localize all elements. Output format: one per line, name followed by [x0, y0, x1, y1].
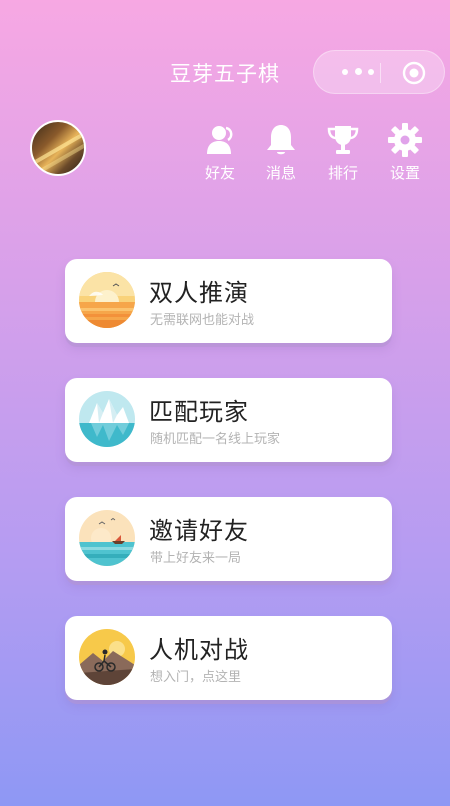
mode-subtitle: 无需联网也能对战 [150, 313, 255, 328]
friends-icon [207, 126, 233, 154]
nav-settings-label: 设置 [389, 164, 420, 182]
mode-title: 人机对战 [149, 636, 249, 664]
trophy-icon [327, 126, 359, 154]
close-target-icon[interactable] [402, 61, 426, 85]
mode-card-invite[interactable]: 邀请好友 带上好友来一局 [65, 497, 392, 581]
nav-friends-label: 好友 [204, 164, 235, 182]
nav-messages-label: 消息 [265, 164, 296, 182]
mode-card-local-pvp[interactable]: 双人推演 无需联网也能对战 [65, 259, 392, 343]
seaside-icon [79, 510, 135, 566]
mode-card-match[interactable]: 匹配玩家 随机匹配一名线上玩家 [65, 378, 392, 462]
more-dots-icon[interactable] [336, 64, 380, 80]
capsule-divider [380, 63, 381, 83]
mode-subtitle: 随机匹配一名线上玩家 [150, 432, 281, 447]
cyclist-icon [79, 629, 135, 685]
mode-title: 双人推演 [149, 279, 249, 307]
nav-ranking-label: 排行 [327, 164, 358, 182]
iceberg-icon [79, 391, 135, 447]
mode-title: 匹配玩家 [149, 398, 249, 426]
nav-friends[interactable]: 好友 [194, 122, 246, 183]
miniprogram-capsule [313, 50, 445, 94]
nav-messages[interactable]: 消息 [255, 122, 307, 183]
bell-icon [267, 125, 295, 155]
gear-icon [388, 123, 422, 157]
sunset-icon [79, 272, 135, 328]
nav-settings[interactable]: 设置 [379, 122, 431, 183]
avatar[interactable] [30, 120, 86, 176]
nav-ranking[interactable]: 排行 [317, 122, 369, 183]
mode-card-ai[interactable]: 人机对战 想入门，点这里 [65, 616, 392, 700]
mode-subtitle: 带上好友来一局 [150, 551, 242, 566]
mode-title: 邀请好友 [149, 517, 249, 545]
mode-subtitle: 想入门，点这里 [150, 670, 242, 685]
